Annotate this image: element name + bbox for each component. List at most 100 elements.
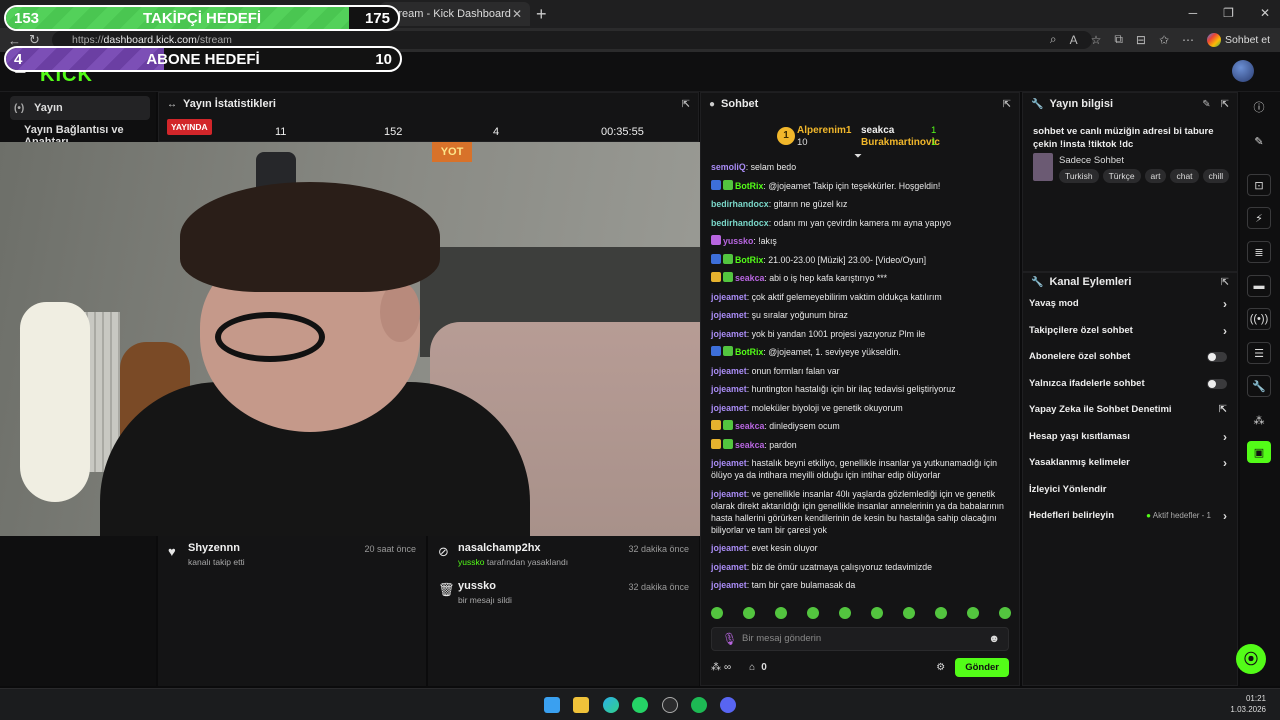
chat-username[interactable]: jojeamet xyxy=(711,562,747,572)
kick-widget-icon[interactable]: ▣ xyxy=(1247,441,1271,463)
popout-icon[interactable]: ⇱ xyxy=(1221,277,1229,288)
tag[interactable]: Turkish xyxy=(1059,169,1099,183)
channel-action-item[interactable]: Hesap yaşı kısıtlaması › xyxy=(1023,424,1237,451)
emote-icon[interactable] xyxy=(711,607,723,619)
close-window-icon[interactable]: ✕ xyxy=(1260,6,1270,20)
chat-username[interactable]: seakca xyxy=(735,421,764,431)
minimize-icon[interactable]: ─ xyxy=(1189,6,1198,20)
clock-app-icon[interactable] xyxy=(662,697,678,713)
channel-action-item[interactable]: Abonelere özel sohbet xyxy=(1023,344,1237,371)
chat-username[interactable]: jojeamet xyxy=(711,366,747,376)
more-icon[interactable]: ⋯ xyxy=(1182,33,1194,47)
emote-icon[interactable] xyxy=(903,607,915,619)
tag[interactable]: chat xyxy=(1170,169,1199,183)
read-aloud-icon[interactable]: A xyxy=(1070,33,1078,47)
browser-tab[interactable]: Stream - Kick Dashboard ✕ xyxy=(380,2,530,26)
user-avatar[interactable] xyxy=(1232,60,1254,82)
favorite-star-icon[interactable]: ☆ xyxy=(1091,33,1102,47)
maximize-icon[interactable]: ❐ xyxy=(1223,6,1234,20)
edge-icon[interactable] xyxy=(603,697,619,713)
nav-item-stream[interactable]: (•) Yayın xyxy=(10,96,150,120)
channel-action-item[interactable]: Yapay Zeka ile Sohbet Denetimi ⇱ xyxy=(1023,397,1237,424)
points-icon[interactable]: ⁂ xyxy=(711,662,721,673)
file-explorer-icon[interactable] xyxy=(573,697,589,713)
stats-widget-icon[interactable]: ⊡ xyxy=(1247,174,1271,196)
leader-second-name[interactable]: seakca xyxy=(861,125,894,136)
chat-widget-icon[interactable]: ▬ xyxy=(1247,275,1271,297)
close-tab-icon[interactable]: ✕ xyxy=(512,7,522,21)
toggle-switch[interactable] xyxy=(1207,378,1227,389)
support-button[interactable]: ⦿ xyxy=(1236,644,1266,674)
chat-input[interactable]: 🎙 Bir mesaj gönderin ☻ xyxy=(711,627,1009,651)
chat-username[interactable]: jojeamet xyxy=(711,543,747,553)
favorites-icon[interactable]: ✩ xyxy=(1159,33,1169,47)
microphone-icon[interactable]: 🎙 xyxy=(722,628,737,650)
chat-username[interactable]: jojeamet xyxy=(711,310,747,320)
emote-icon[interactable] xyxy=(775,607,787,619)
windows-start-icon[interactable] xyxy=(544,697,560,713)
layout-icon[interactable]: ☰ xyxy=(1247,342,1271,364)
split-screen-icon[interactable]: ⊟ xyxy=(1136,33,1146,47)
new-tab-icon[interactable]: + xyxy=(536,4,547,25)
chat-username[interactable]: jojeamet xyxy=(711,580,747,590)
emote-icon[interactable] xyxy=(743,607,755,619)
send-button[interactable]: Gönder xyxy=(955,657,1009,677)
zoom-icon[interactable]: ⌕ xyxy=(1050,32,1057,47)
channel-action-item[interactable]: Yavaş mod › xyxy=(1023,291,1237,318)
emoji-icon[interactable]: ☻ xyxy=(988,628,1000,650)
tag[interactable]: chill xyxy=(1202,169,1230,183)
chat-username[interactable]: bedirhandocx xyxy=(711,218,769,228)
emote-icon[interactable] xyxy=(839,607,851,619)
toggle-switch[interactable] xyxy=(1207,352,1227,362)
spotify-icon[interactable] xyxy=(691,697,707,713)
chat-username[interactable]: seakca xyxy=(735,273,764,283)
extensions-icon[interactable]: ⧉ xyxy=(1114,32,1123,47)
chat-username[interactable]: jojeamet xyxy=(711,458,747,468)
emote-icon[interactable] xyxy=(807,607,819,619)
pencil-icon[interactable]: ✎ xyxy=(1247,130,1271,152)
chat-username[interactable]: yussko xyxy=(723,236,753,246)
emote-icon[interactable] xyxy=(999,607,1011,619)
chat-username[interactable]: BotRix xyxy=(735,181,763,191)
chat-username[interactable]: jojeamet xyxy=(711,329,747,339)
popout-icon[interactable]: ⇱ xyxy=(682,99,690,110)
chat-username[interactable]: semoliQ xyxy=(711,162,746,172)
store-icon[interactable]: ⌂ xyxy=(749,662,755,673)
tag[interactable]: Türkçe xyxy=(1102,169,1141,183)
whatsapp-icon[interactable] xyxy=(632,697,648,713)
edit-icon[interactable]: ✎ xyxy=(1202,99,1210,110)
discord-icon[interactable] xyxy=(720,697,736,713)
channel-action-item[interactable]: İzleyici Yönlendir xyxy=(1023,477,1237,504)
emote-icon[interactable] xyxy=(967,607,979,619)
chat-username[interactable]: seakca xyxy=(735,440,764,450)
popout-icon[interactable]: ⇱ xyxy=(1221,99,1229,110)
leader-third-name[interactable]: Burakmartinovic xyxy=(861,137,940,148)
chat-username[interactable]: jojeamet xyxy=(711,489,747,499)
channel-action-item[interactable]: Yalnızca ifadelerle sohbet xyxy=(1023,371,1237,398)
channel-action-item[interactable]: Hedefleri belirleyin › ● Aktif hedefler - … xyxy=(1023,503,1237,530)
info-icon[interactable]: ⓘ xyxy=(1247,96,1271,118)
copilot-button[interactable]: Sohbet et xyxy=(1207,32,1270,47)
share-icon[interactable]: ⁂ xyxy=(1247,409,1271,431)
leader-first-name[interactable]: Alperenim1 xyxy=(797,125,851,136)
chat-username[interactable]: bedirhandocx xyxy=(711,199,769,209)
activity-mod-user[interactable]: yussko xyxy=(458,557,484,567)
chat-username[interactable]: jojeamet xyxy=(711,384,747,394)
channel-action-item[interactable]: Yasaklanmış kelimeler › xyxy=(1023,450,1237,477)
notes-icon[interactable]: ≣ xyxy=(1247,241,1271,263)
emote-icon[interactable] xyxy=(871,607,883,619)
chat-settings-icon[interactable]: ⚙ xyxy=(936,662,945,673)
emote-icon[interactable] xyxy=(935,607,947,619)
chat-username[interactable]: BotRix xyxy=(735,255,763,265)
broadcast-widget-icon[interactable]: ((•)) xyxy=(1247,308,1271,330)
tag[interactable]: art xyxy=(1144,169,1167,183)
tools-icon[interactable]: 🔧 xyxy=(1247,375,1271,397)
chat-username[interactable]: jojeamet xyxy=(711,292,747,302)
channel-action-item[interactable]: Takipçilere özel sohbet › xyxy=(1023,318,1237,345)
popout-icon[interactable]: ⇱ xyxy=(1003,99,1011,110)
chat-username[interactable]: BotRix xyxy=(735,347,763,357)
system-clock[interactable]: 01:21 1.03.2026 xyxy=(1230,693,1266,715)
lightning-icon[interactable]: ⚡ xyxy=(1247,207,1271,229)
chat-username[interactable]: jojeamet xyxy=(711,403,747,413)
category-name[interactable]: Sadece Sohbet xyxy=(1059,155,1124,166)
